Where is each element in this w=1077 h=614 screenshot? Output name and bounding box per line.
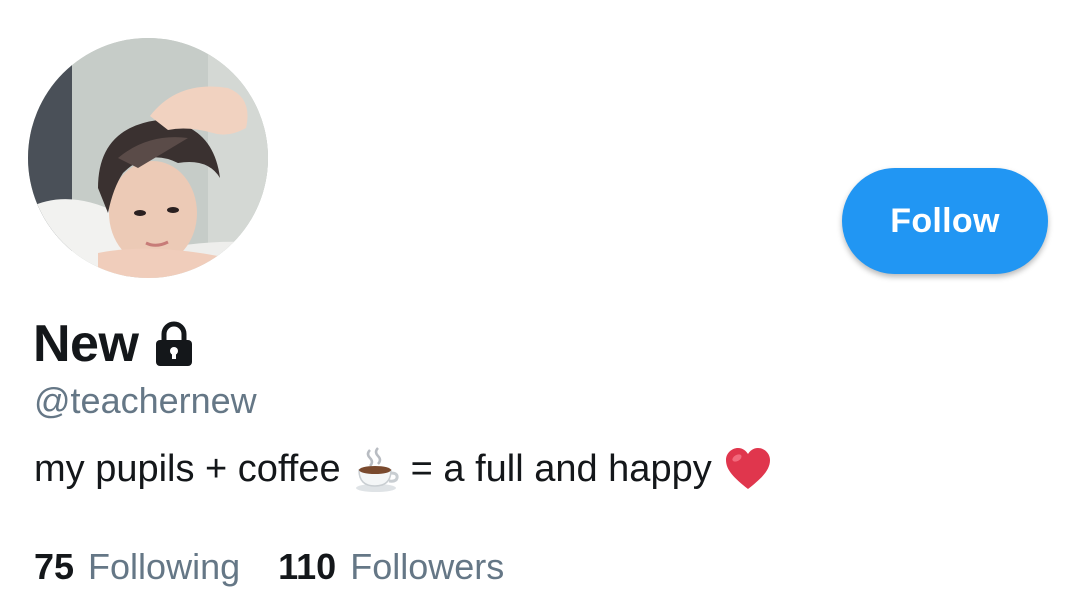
bio-text-part1: my pupils + coffee (34, 447, 341, 490)
following-count: 75 (34, 546, 75, 587)
lock-icon (150, 320, 198, 368)
bio-text-part2: = a full and happy (410, 447, 712, 490)
red-heart-icon (724, 446, 772, 492)
bio: my pupils + coffee = a full and happy (34, 446, 784, 492)
user-handle: @teachernew (34, 380, 257, 421)
follow-button[interactable]: Follow (842, 168, 1048, 274)
avatar[interactable] (28, 38, 268, 278)
name-row: New (33, 312, 198, 376)
followers-label: Followers (350, 546, 505, 587)
following-label: Following (88, 546, 241, 587)
followers-count: 110 (278, 546, 337, 587)
coffee-cup-icon (353, 446, 399, 492)
followers-stat[interactable]: 110 Followers (278, 546, 504, 588)
following-stat[interactable]: 75 Following (34, 546, 240, 588)
avatar-photo (28, 38, 268, 278)
display-name: New (33, 315, 139, 373)
profile-stats: 75 Following 110 Followers (34, 546, 504, 588)
